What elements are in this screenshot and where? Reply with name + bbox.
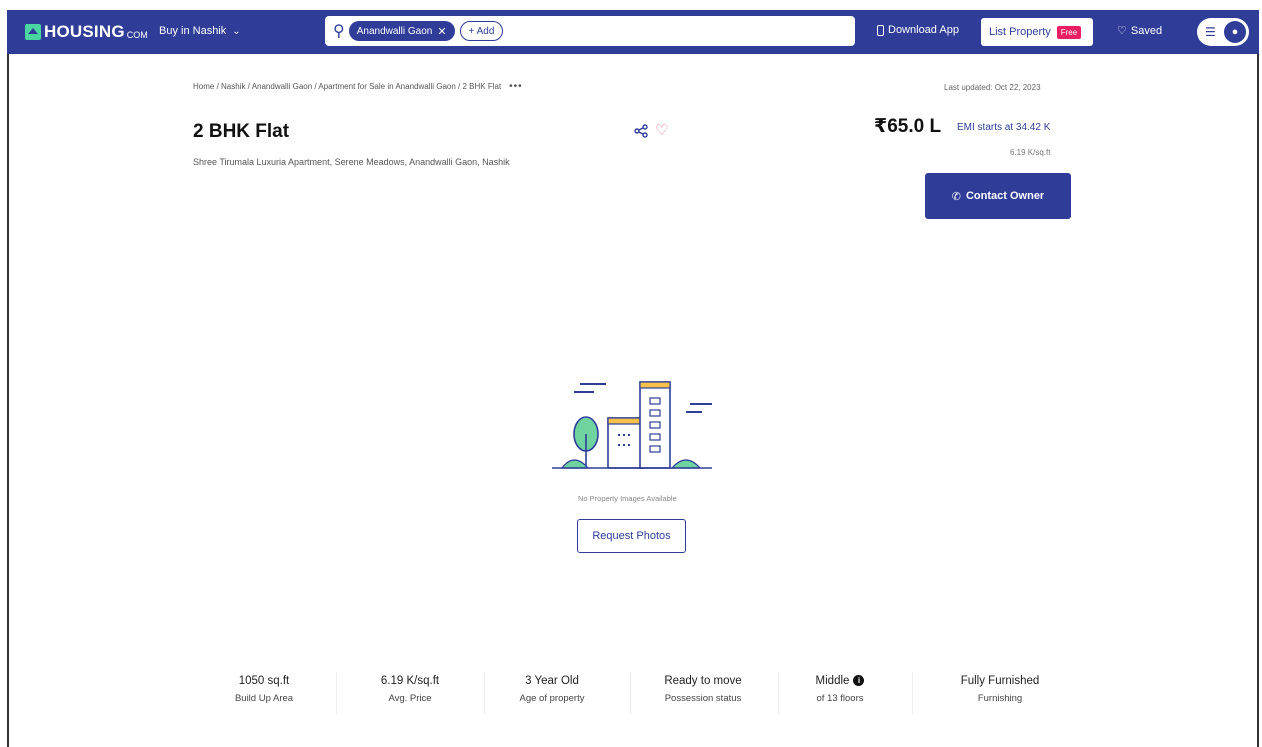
- search-bar[interactable]: ⚲ Anandwalli Gaon ✕ + Add: [325, 16, 855, 46]
- locality-chip[interactable]: Anandwalli Gaon ✕: [348, 21, 455, 41]
- last-updated: Last updated: Oct 22, 2023: [944, 83, 1041, 92]
- city-selector[interactable]: Buy in Nashik ⌄: [159, 25, 241, 37]
- menu-icon: ☰: [1205, 25, 1216, 39]
- stat-avg-price: 6.19 K/sq.ft Avg. Price: [360, 675, 460, 704]
- stat-floor: Middle i of 13 floors: [795, 675, 885, 704]
- stat-age: 3 Year Old Age of property: [502, 675, 602, 704]
- free-badge: Free: [1056, 25, 1082, 39]
- search-icon: ⚲: [333, 23, 345, 40]
- heart-icon: ♡: [1117, 25, 1127, 37]
- phone-icon: [877, 24, 884, 36]
- property-address: Shree Tirumala Luxuria Apartment, Serene…: [193, 157, 510, 167]
- stat-divider: [912, 672, 913, 714]
- chevron-down-icon: ⌄: [232, 25, 241, 37]
- saved-link[interactable]: ♡ Saved: [1117, 24, 1163, 38]
- housing-logo[interactable]: HOUSING COM: [25, 22, 148, 42]
- logo-text: HOUSING: [44, 22, 125, 41]
- stat-value: 6.19 K/sq.ft: [380, 675, 440, 687]
- info-icon[interactable]: i: [853, 675, 865, 686]
- price: ₹65.0 L: [874, 116, 942, 137]
- stat-label: Possession status: [664, 693, 742, 704]
- breadcrumb-path[interactable]: Home / Nashik / Anandwalli Gaon / Apartm…: [193, 82, 501, 91]
- stat-furnishing: Fully Furnished Furnishing: [940, 675, 1060, 704]
- saved-label: Saved: [1130, 24, 1163, 37]
- stat-divider: [630, 672, 631, 714]
- phone-call-icon: ✆: [951, 190, 961, 203]
- share-icon[interactable]: [634, 124, 648, 141]
- no-images-illustration: [552, 378, 712, 479]
- page-title: 2 BHK Flat: [193, 121, 290, 142]
- list-property-button[interactable]: List Property Free: [981, 18, 1093, 46]
- stat-value: Fully Furnished: [960, 675, 1040, 687]
- stat-divider: [484, 672, 485, 714]
- locality-chip-label: Anandwalli Gaon: [356, 25, 433, 37]
- logo-icon: [25, 24, 41, 40]
- request-photos-button[interactable]: Request Photos: [577, 519, 686, 553]
- add-locality-button[interactable]: + Add: [459, 21, 504, 41]
- download-app-label: Download App: [888, 24, 959, 36]
- stat-value: Ready to move: [664, 675, 742, 687]
- stat-label: Build Up Area: [234, 693, 294, 704]
- emi-link[interactable]: EMI starts at 34.42 K: [957, 122, 1050, 133]
- price-per-sqft: 6.19 K/sq.ft: [1010, 148, 1051, 157]
- stat-value: 3 Year Old: [525, 675, 579, 687]
- more-options-icon[interactable]: •••: [509, 81, 523, 92]
- list-property-label: List Property: [989, 26, 1051, 38]
- contact-owner-label: Contact Owner: [965, 190, 1045, 202]
- stat-possession: Ready to move Possession status: [648, 675, 758, 704]
- logo-suffix: COM: [126, 29, 148, 40]
- city-selector-label: Buy in Nashik: [159, 25, 227, 37]
- no-images-text: No Property Images Available: [578, 494, 677, 503]
- stat-divider: [336, 672, 337, 714]
- stat-divider: [778, 672, 779, 714]
- favorite-heart-icon[interactable]: ♡: [655, 121, 668, 139]
- user-avatar-icon: ●: [1224, 21, 1246, 43]
- contact-owner-button[interactable]: ✆ Contact Owner: [925, 173, 1071, 219]
- stat-label: of 13 floors: [816, 693, 864, 704]
- close-icon[interactable]: ✕: [437, 25, 446, 38]
- breadcrumb: Home / Nashik / Anandwalli Gaon / Apartm…: [193, 81, 523, 92]
- stat-value: 1050 sq.ft: [238, 675, 290, 687]
- stat-label: Furnishing: [977, 693, 1023, 704]
- stat-label: Age of property: [519, 693, 585, 704]
- stat-build-up-area: 1050 sq.ft Build Up Area: [214, 675, 314, 704]
- top-navbar: HOUSING COM Buy in Nashik ⌄ ⚲ Anandwalli…: [7, 10, 1259, 54]
- stat-value: Middle: [815, 675, 850, 687]
- stat-label: Avg. Price: [388, 693, 432, 704]
- profile-menu[interactable]: ☰ ●: [1197, 18, 1249, 46]
- download-app-link[interactable]: Download App: [877, 24, 959, 36]
